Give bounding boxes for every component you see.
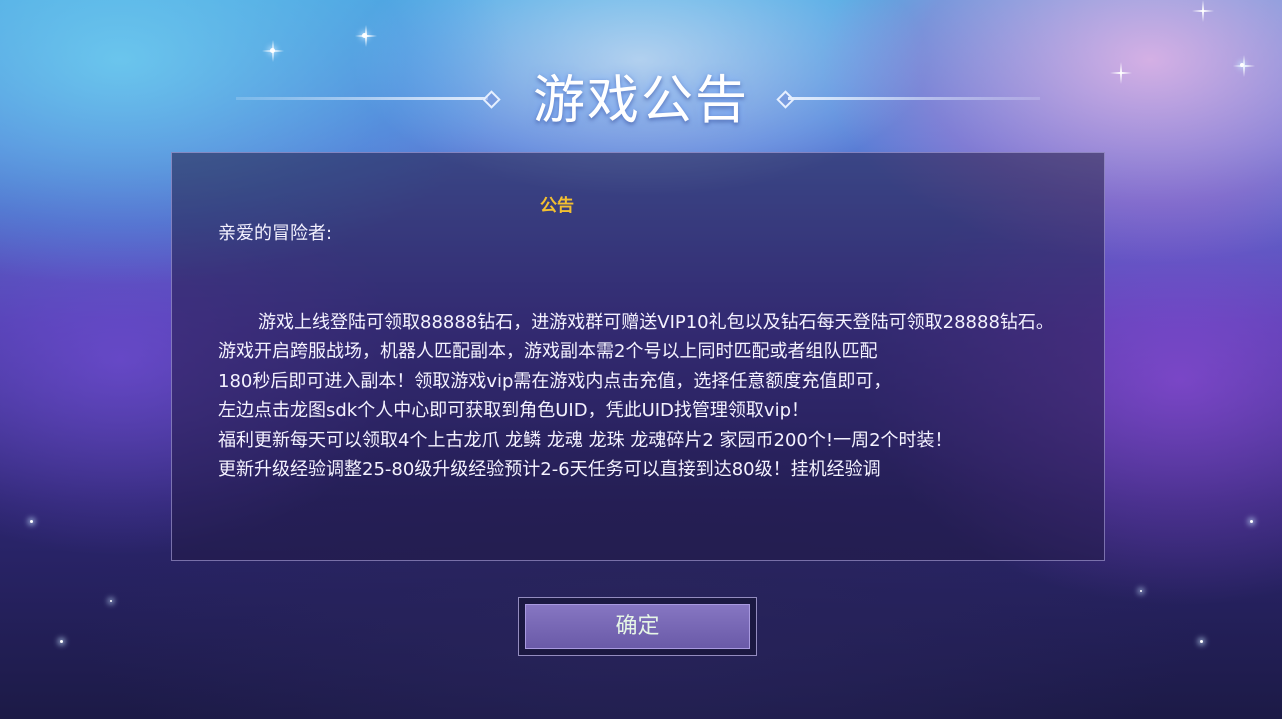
announcement-panel[interactable]: 公告 亲爱的冒险者: 游戏上线登陆可领取88888钻石，进游戏群可赠送VIP10… <box>171 152 1105 561</box>
star-decoration <box>60 640 63 643</box>
star-decoration <box>110 600 112 602</box>
star-decoration <box>30 520 33 523</box>
confirm-button[interactable]: 确定 <box>525 604 750 649</box>
star-decoration <box>1250 520 1253 523</box>
sparkle-decoration <box>355 25 377 47</box>
star-decoration <box>1140 590 1142 592</box>
announcement-paragraph: 更新升级经验调整25-80级升级经验预计2-6天任务可以直接到达80级！挂机经验… <box>218 459 881 480</box>
announcement-screen: 游戏公告 公告 亲爱的冒险者: 游戏上线登陆可领取88888钻石，进游戏群可赠送… <box>0 0 1282 719</box>
announcement-heading: 公告 <box>540 196 574 216</box>
announcement-paragraph: 福利更新每天可以领取4个上古龙爪 龙鳞 龙魂 龙珠 龙魂碎片2 家园币200个!… <box>218 429 953 451</box>
announcement-paragraph: 左边点击龙图sdk个人中心即可获取到角色UID，凭此UID找管理领取vip！ <box>218 400 809 421</box>
title-divider-right <box>788 97 1040 100</box>
title-bar: 游戏公告 <box>0 58 1282 131</box>
sparkle-decoration <box>1192 0 1214 22</box>
confirm-button-frame: 确定 <box>518 597 757 656</box>
announcement-body: 亲爱的冒险者: 游戏上线登陆可领取88888钻石，进游戏群可赠送VIP10礼包以… <box>218 219 1068 485</box>
announcement-paragraph: 180秒后即可进入副本！领取游戏vip需在游戏内点击充值，选择任意额度充值即可， <box>218 370 892 392</box>
announcement-paragraph: 游戏上线登陆可领取88888钻石，进游戏群可赠送VIP10礼包以及钻石每天登陆可… <box>218 311 1054 363</box>
announcement-greeting: 亲爱的冒险者: <box>218 223 333 244</box>
star-decoration <box>1200 640 1203 643</box>
star-decoration <box>270 48 275 53</box>
